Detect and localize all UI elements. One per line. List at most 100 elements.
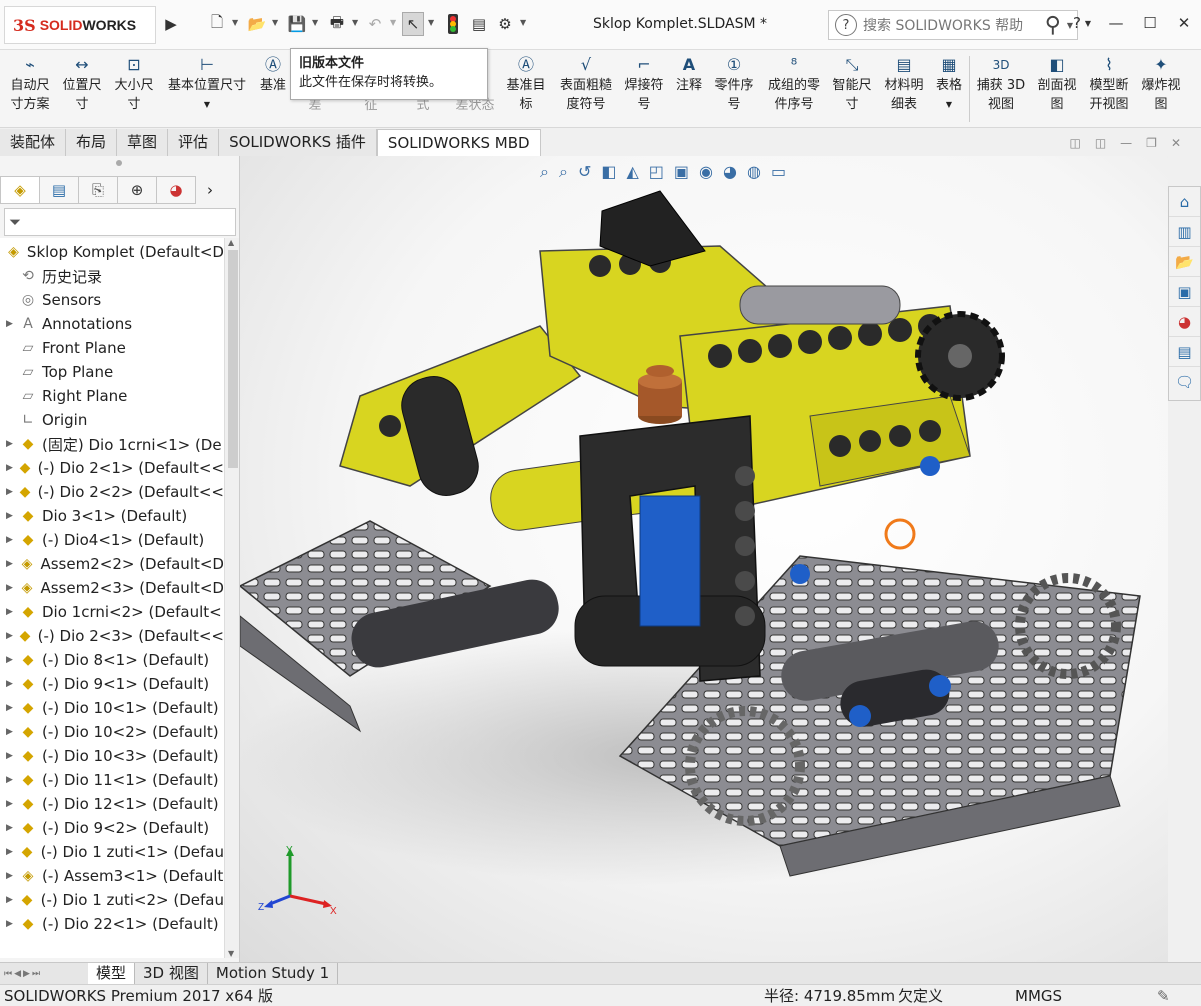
expand-arrow-icon[interactable]: ▶	[6, 535, 18, 545]
save-icon[interactable]: 💾	[286, 12, 308, 36]
expand-arrow-icon[interactable]: ▶	[6, 751, 18, 761]
options-gear-icon[interactable]: ⚙	[494, 12, 516, 36]
property-manager-tab-icon[interactable]: ▤	[39, 176, 79, 204]
tree-item[interactable]: ▶ ◆ (-) Dio 1 zuti<1> (Defau	[0, 840, 224, 864]
expand-arrow-icon[interactable]: ▶	[6, 559, 17, 569]
tree-item[interactable]: ▶ A Annotations	[0, 312, 224, 336]
tree-item[interactable]: ▶ ◆ (-) Dio 2<3> (Default<<	[0, 624, 224, 648]
datum-button[interactable]: Ⓐ 基准	[256, 54, 290, 95]
tree-item[interactable]: ▱ Top Plane	[0, 360, 224, 384]
graphics-area[interactable]: ⌕ ⌕ ↺ ◧ ◭ ◰ ▣ ◉ ◕ ◍ ▭ Y X Z	[240, 156, 1168, 962]
tab-layout[interactable]: 布局	[66, 129, 118, 156]
model-break-view-button[interactable]: ⌇ 模型断 开视图	[1084, 54, 1134, 114]
tree-scrollbar[interactable]: ▲ ▼	[224, 238, 239, 958]
expand-arrow-icon[interactable]: ▶	[6, 703, 18, 713]
bom-button[interactable]: ▤ 材料明 细表	[880, 54, 928, 114]
tree-item[interactable]: ▶ ◆ (-) Dio 2<2> (Default<<	[0, 480, 224, 504]
capture-3d-view-button[interactable]: 3D 捕获 3D 视图	[974, 54, 1028, 114]
surface-finish-button[interactable]: √ 表面粗糙 度符号	[554, 54, 618, 114]
tree-item[interactable]: ▶ ◆ (-) Dio 10<2> (Default)	[0, 720, 224, 744]
tree-item[interactable]: ▶ ◆ (-) Dio 8<1> (Default)	[0, 648, 224, 672]
expand-arrow-icon[interactable]: ▶	[6, 607, 18, 617]
tree-item[interactable]: ▶ ◆ (-) Dio 11<1> (Default)	[0, 768, 224, 792]
tab-3d-views[interactable]: 3D 视图	[135, 963, 208, 984]
rebuild-traffic-light-icon[interactable]	[442, 12, 464, 36]
smart-dimension-button[interactable]: ⤡ 智能尺寸	[828, 54, 876, 114]
design-library-icon[interactable]: ▥	[1169, 217, 1200, 247]
expand-arrow-icon[interactable]: ▶	[6, 439, 18, 449]
tree-item[interactable]: ▶ ◈ Assem2<3> (Default<D	[0, 576, 224, 600]
expand-arrow-icon[interactable]: ▶	[6, 655, 18, 665]
solidworks-logo[interactable]: 3S SOLIDWORKS	[4, 6, 156, 44]
chevron-down-icon[interactable]: ▼	[352, 18, 358, 27]
help-menu-button[interactable]: ? ▼	[1065, 8, 1099, 38]
search-input[interactable]: 搜索 SOLIDWORKS 帮助	[863, 15, 1045, 35]
tab-sketch[interactable]: 草图	[117, 129, 169, 156]
tree-item[interactable]: ▱ Right Plane	[0, 384, 224, 408]
basic-location-dimension-button[interactable]: ⊢ 基本位置尺寸 ▼	[162, 54, 252, 114]
minimize-button[interactable]: —	[1099, 8, 1133, 38]
expand-arrow-icon[interactable]: ▶	[6, 775, 18, 785]
print-icon[interactable]: 🖶	[326, 12, 348, 36]
chevron-down-icon[interactable]: ▼	[520, 18, 526, 27]
file-properties-icon[interactable]: ▤	[468, 12, 490, 36]
dimxpert-manager-tab-icon[interactable]: ⊕	[117, 176, 157, 204]
file-explorer-icon[interactable]: 📂	[1169, 247, 1200, 277]
note-button[interactable]: A 注释	[670, 54, 708, 95]
expand-arrow-icon[interactable]: ▶	[6, 895, 17, 905]
help-search-box[interactable]: ? 搜索 SOLIDWORKS 帮助 ⚲ ▼	[828, 10, 1078, 40]
tab-motion-study[interactable]: Motion Study 1	[208, 963, 339, 984]
expand-arrow-icon[interactable]: ▶	[6, 919, 18, 929]
restore-left-icon[interactable]: ◫	[1069, 136, 1080, 150]
tree-item[interactable]: ◎ Sensors	[0, 288, 224, 312]
expand-arrow-icon[interactable]: ▶	[6, 847, 17, 857]
tree-item[interactable]: ▶ ◈ Assem2<2> (Default<D	[0, 552, 224, 576]
tree-item[interactable]: ▶ ◆ (固定) Dio 1crni<1> (De	[0, 432, 224, 456]
weld-symbol-button[interactable]: ⌐ 焊接符号	[620, 54, 668, 114]
chevron-down-icon[interactable]: ▼	[312, 18, 318, 27]
stacked-balloon-button[interactable]: ⁸ 成组的零 件序号	[762, 54, 826, 114]
tree-item[interactable]: ▶ ◆ (-) Dio 2<1> (Default<<	[0, 456, 224, 480]
lego-tank-model[interactable]	[240, 156, 1168, 962]
expand-arrow-icon[interactable]: ▶	[6, 463, 16, 473]
home-icon[interactable]: ⌂	[1169, 187, 1200, 217]
tree-item[interactable]: ▶ ◆ (-) Dio 10<3> (Default)	[0, 744, 224, 768]
tab-model[interactable]: 模型	[88, 963, 136, 984]
panel-splitter-handle[interactable]	[116, 160, 122, 166]
expand-arrow-icon[interactable]: ▶	[6, 727, 18, 737]
tab-mbd[interactable]: SOLIDWORKS MBD	[376, 129, 541, 156]
tab-addins[interactable]: SOLIDWORKS 插件	[219, 129, 377, 156]
display-manager-tab-icon[interactable]: ◕	[156, 176, 196, 204]
select-pointer-icon[interactable]: ↖	[402, 12, 424, 36]
appearances-icon[interactable]: ◕	[1169, 307, 1200, 337]
first-tab-icon[interactable]: ⏮	[4, 969, 12, 979]
size-dimension-button[interactable]: ⊡ 大小尺寸	[110, 54, 158, 114]
unit-system-button[interactable]: MMGS	[1015, 985, 1062, 1006]
new-document-icon[interactable]: 🗋	[206, 12, 228, 36]
tree-item[interactable]: ▶ ◆ (-) Dio 1 zuti<2> (Defau	[0, 888, 224, 912]
exploded-view-button[interactable]: ✦ 爆炸视图	[1136, 54, 1186, 114]
tree-root-assembly[interactable]: ◈ Sklop Komplet (Default<D	[0, 240, 224, 264]
tree-item[interactable]: ▶ ◆ (-) Dio4<1> (Default)	[0, 528, 224, 552]
tree-item[interactable]: ⟲ 历史记录	[0, 264, 224, 288]
section-view-button[interactable]: ◧ 剖面视图	[1032, 54, 1082, 114]
menu-expand-icon[interactable]: ▶	[160, 12, 182, 36]
prev-tab-icon[interactable]: ◀	[14, 969, 21, 979]
expand-arrow-icon[interactable]: ▶	[6, 319, 18, 329]
tree-item[interactable]: ▶ ◆ (-) Dio 9<1> (Default)	[0, 672, 224, 696]
datum-target-button[interactable]: Ⓐ 基准目标	[502, 54, 550, 114]
tree-item[interactable]: ▶ ◈ (-) Assem3<1> (Default	[0, 864, 224, 888]
scrollbar-thumb[interactable]	[228, 250, 238, 468]
scroll-down-icon[interactable]: ▼	[228, 949, 234, 958]
location-dimension-button[interactable]: ↔ 位置尺寸	[58, 54, 106, 114]
tree-filter-input[interactable]: ⏷	[4, 208, 236, 236]
scroll-up-icon[interactable]: ▲	[228, 238, 234, 247]
custom-properties-icon[interactable]: ▤	[1169, 337, 1200, 367]
tree-item[interactable]: ▶ ◆ Dio 1crni<2> (Default<	[0, 600, 224, 624]
feature-manager-tab-icon[interactable]: ◈	[0, 176, 40, 204]
tree-item[interactable]: ▶ ◆ (-) Dio 10<1> (Default)	[0, 696, 224, 720]
table-button[interactable]: ▦ 表格 ▼	[932, 54, 966, 114]
expand-arrow-icon[interactable]: ▶	[6, 679, 18, 689]
customize-status-icon[interactable]: ✎	[1157, 985, 1170, 1006]
expand-arrow-icon[interactable]: ▶	[6, 631, 16, 641]
